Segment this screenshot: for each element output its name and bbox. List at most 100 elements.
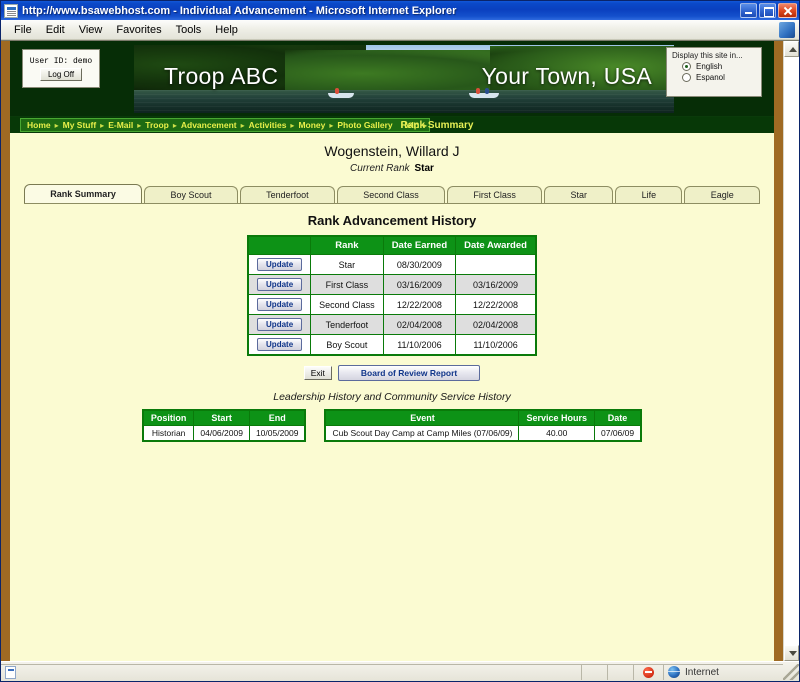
menu-item-help[interactable]: Help [208,23,245,37]
table-row: Historian 04/06/2009 10/05/2009 [142,425,306,442]
nav-item-money[interactable]: Money [294,120,329,130]
menu-item-view[interactable]: View [72,23,110,37]
column-header-position: Position [142,409,195,426]
column-header-end: End [248,409,306,426]
radio-espanol-icon[interactable] [682,73,691,82]
exit-button[interactable]: Exit [303,366,332,380]
table-header-row: Event Service Hours Date [324,409,642,426]
ie-logo-icon [779,22,795,38]
rank-history-table: Rank Date Earned Date Awarded Update Sta… [247,235,537,356]
tab-star[interactable]: Star [544,186,614,203]
radio-english-icon[interactable] [682,62,691,71]
ie-document-icon [4,3,18,18]
banner-troop-name: Troop ABC [164,63,279,89]
menu-item-favorites[interactable]: Favorites [109,23,168,37]
cell-rank: Boy Scout [310,334,384,356]
language-option-espanol[interactable]: Espanol [682,73,756,82]
scroll-up-button[interactable] [784,41,799,57]
cell-date-awarded [455,254,537,275]
menu-item-edit[interactable]: Edit [39,23,72,37]
cell-date: 07/06/09 [594,425,642,442]
globe-icon [668,666,680,678]
page-canvas: User ID: demo Log Off Troop ABC Your Tow… [1,41,783,661]
nav-item-help[interactable]: Help [397,120,423,130]
cell-date-awarded: 11/10/2006 [455,334,537,356]
current-rank: Current Rank Star [10,163,774,174]
status-restricted-pane [633,663,663,680]
vertical-scrollbar[interactable] [783,41,799,661]
current-rank-label: Current Rank [350,163,410,174]
cell-date-earned: 08/30/2009 [382,254,457,275]
language-option-english[interactable]: English [682,62,756,71]
nav-item-home[interactable]: Home [23,120,55,130]
site-header: User ID: demo Log Off Troop ABC Your Tow… [10,41,774,117]
site-nav-strip: Home ▸ My Stuff ▸ E-Mail ▸ Troop ▸ Advan… [10,117,774,133]
action-buttons: Exit Board of Review Report [10,365,774,381]
table-header-row: Rank Date Earned Date Awarded [247,235,537,255]
table-row: Update Second Class 12/22/2008 12/22/200… [247,294,537,315]
language-option-english-label: English [696,62,723,71]
tab-boy-scout[interactable]: Boy Scout [144,186,238,203]
status-document-pane [1,663,581,680]
status-pane-blank-1 [581,663,607,680]
nav-item-activities[interactable]: Activities [245,120,291,130]
community-service-table: Event Service Hours Date Cub Scout Day C… [324,409,643,442]
canoe-icon [468,88,499,99]
column-header-service-hours: Service Hours [518,409,596,426]
table-row: Update Boy Scout 11/10/2006 11/10/2006 [247,334,537,356]
tab-tenderfoot[interactable]: Tenderfoot [239,186,335,203]
tab-life[interactable]: Life [615,186,683,203]
update-button[interactable]: Update [257,258,303,271]
nav-item-photo-gallery[interactable]: Photo Gallery [333,120,396,130]
canoe-icon [328,88,355,99]
column-header-start: Start [193,409,250,426]
status-zone-label: Internet [685,666,719,678]
update-button[interactable]: Update [257,318,303,331]
scroll-down-button[interactable] [784,645,799,661]
tab-underline [24,203,760,204]
cell-date-awarded: 03/16/2009 [455,274,537,295]
main-nav: Home ▸ My Stuff ▸ E-Mail ▸ Troop ▸ Advan… [20,118,431,132]
board-of-review-report-button[interactable]: Board of Review Report [337,365,481,381]
menu-item-file[interactable]: File [7,23,39,37]
cell-rank: Second Class [310,294,384,315]
nav-item-advancement[interactable]: Advancement [177,120,241,130]
user-id-label: User ID: demo [29,56,93,66]
nav-item-troop[interactable]: Troop [141,120,173,130]
scrollbar-track[interactable] [784,57,799,645]
cell-date-earned: 02/04/2008 [382,314,457,335]
log-off-button[interactable]: Log Off [39,67,83,81]
cell-date-earned: 12/22/2008 [382,294,457,315]
nav-item-e-mail[interactable]: E-Mail [104,120,137,130]
table-header-row: Position Start End [142,409,306,426]
nav-item-my-stuff[interactable]: My Stuff [59,120,101,130]
close-button[interactable] [778,3,797,18]
cell-position: Historian [142,425,195,442]
tab-eagle[interactable]: Eagle [684,186,761,203]
column-header-event: Event [324,409,520,426]
window-controls [740,3,797,18]
window-titlebar: http://www.bsawebhost.com - Individual A… [1,1,799,20]
tab-rank-summary[interactable]: Rank Summary [24,184,143,203]
table-row: Update Star 08/30/2009 [247,254,537,275]
cell-date-earned: 03/16/2009 [382,274,457,295]
status-zone-pane[interactable]: Internet [663,663,783,680]
tab-first-class[interactable]: First Class [447,186,543,203]
rank-history-table-wrap: Rank Date Earned Date Awarded Update Sta… [10,235,774,356]
column-header-date: Date [594,409,642,426]
user-id-box: User ID: demo Log Off [22,49,100,88]
update-button[interactable]: Update [257,278,303,291]
minimize-button[interactable] [740,3,757,18]
table-row: Update First Class 03/16/2009 03/16/2009 [247,274,537,295]
rank-history-title: Rank Advancement History [307,213,477,228]
cell-service-hours: 40.00 [518,425,596,442]
update-button[interactable]: Update [257,298,303,311]
status-pane-blank-2 [607,663,633,680]
cell-date-earned: 11/10/2006 [382,334,457,356]
update-button[interactable]: Update [257,338,303,351]
maximize-button[interactable] [759,3,776,18]
resize-grip[interactable] [783,663,799,680]
menu-item-tools[interactable]: Tools [169,23,209,37]
tab-second-class[interactable]: Second Class [336,186,446,203]
site-content: User ID: demo Log Off Troop ABC Your Tow… [10,41,774,661]
